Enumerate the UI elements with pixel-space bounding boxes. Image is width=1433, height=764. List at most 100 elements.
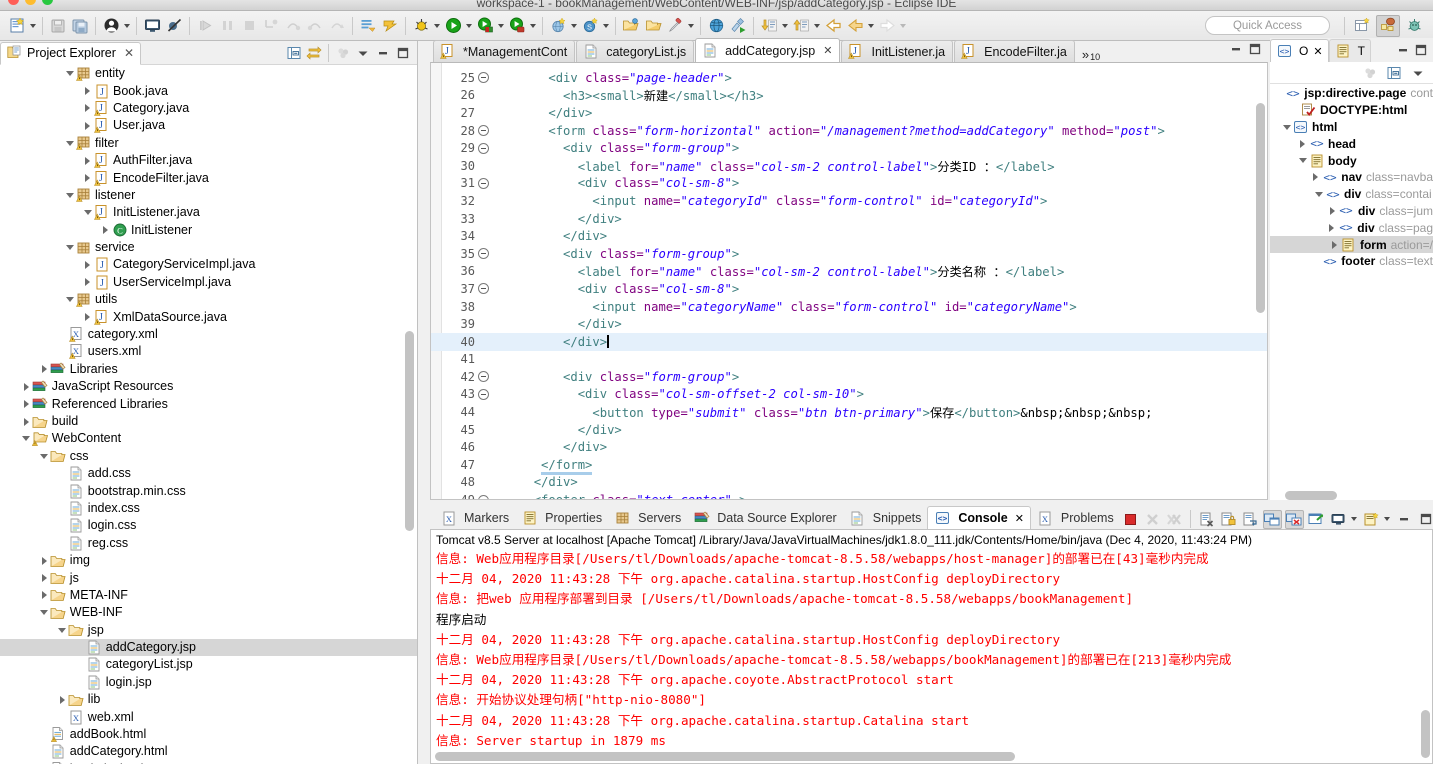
save-all-icon[interactable]	[70, 16, 90, 36]
chevron-expanded-icon[interactable]	[39, 604, 50, 621]
new-perspective-icon[interactable]	[1350, 15, 1374, 37]
tree-item-web-inf[interactable]: WEB-INF	[0, 604, 417, 621]
tree-item-userserviceimpl-java[interactable]: J UserServiceImpl.java	[0, 274, 417, 291]
editor-tabbar-controls[interactable]	[1229, 42, 1268, 62]
open-type-icon[interactable]	[621, 16, 641, 36]
console-tab-problems[interactable]: X Problems	[1031, 507, 1120, 529]
console-horizontal-scrollbar[interactable]	[435, 752, 1015, 761]
tree-item-user-java[interactable]: J User.java	[0, 117, 417, 134]
display-selected-console-icon[interactable]	[1329, 510, 1348, 529]
scroll-lock-icon[interactable]	[1219, 510, 1238, 529]
editor-area[interactable]: J *ManagementCont categoryList.js addCatego…	[430, 38, 1268, 500]
run-dropdown-arrow[interactable]	[464, 16, 473, 36]
code-editor[interactable]: 25 <div class="page-header"> 26 <h3><smal…	[430, 62, 1268, 500]
show-console-on-output-icon[interactable]	[1262, 509, 1282, 529]
new-web-project-dropdown-arrow[interactable]	[569, 16, 578, 36]
main-toolbar[interactable]: S Quick Access	[0, 11, 1433, 41]
project-explorer-toolbar[interactable]	[284, 43, 417, 62]
tree-item-index-css[interactable]: index.css	[0, 500, 417, 517]
outline-node-html[interactable]: <> html	[1270, 119, 1433, 136]
open-resource-icon[interactable]	[643, 16, 663, 36]
tree-item-web-xml[interactable]: Xweb.xml	[0, 708, 417, 725]
code-line[interactable]: 37 <div class="col-sm-8">	[431, 280, 1267, 298]
chevron-expanded-icon[interactable]	[82, 204, 93, 221]
tree-item-img[interactable]: img	[0, 552, 417, 569]
outline-node-nav[interactable]: <> nav class=navba	[1270, 169, 1433, 186]
console-toolbar[interactable]	[1120, 509, 1433, 529]
outline-node-div[interactable]: <> div class=contai	[1270, 186, 1433, 203]
tree-item-initlistener[interactable]: C InitListener	[0, 222, 417, 239]
back-history-icon[interactable]	[845, 16, 865, 36]
debug-dropdown-arrow[interactable]	[432, 16, 441, 36]
tree-item-addcategory-html[interactable]: addCategory.html	[0, 743, 417, 760]
editor-tabbar[interactable]: J *ManagementCont categoryList.js addCatego…	[430, 38, 1268, 62]
code-line[interactable]: 46 </div>	[431, 438, 1267, 456]
next-annotation-icon[interactable]	[759, 16, 779, 36]
minimize-icon[interactable]	[1395, 510, 1414, 529]
console-vertical-scrollbar[interactable]	[1421, 710, 1430, 758]
debug-icon[interactable]	[411, 16, 431, 36]
search-dropdown-arrow[interactable]	[686, 16, 695, 36]
console-tabbar[interactable]: X Markers Properties Servers Data Source Exp…	[430, 505, 1433, 529]
tree-item-login-css[interactable]: login.css	[0, 517, 417, 534]
run-server-icon[interactable]	[475, 16, 495, 36]
chevron-collapsed-icon[interactable]	[82, 170, 93, 187]
fold-collapse-icon[interactable]	[477, 125, 489, 136]
fold-collapse-icon[interactable]	[477, 371, 489, 382]
show-console-on-error-icon[interactable]	[1284, 509, 1304, 529]
clear-console-icon[interactable]	[1197, 510, 1216, 529]
chevron-expanded-icon[interactable]	[1297, 152, 1308, 169]
console-tab-properties[interactable]: Properties	[515, 507, 608, 529]
outline-panel-controls[interactable]	[1396, 43, 1433, 62]
tree-item-jsp[interactable]: jsp	[0, 622, 417, 639]
code-line[interactable]: 42 <div class="form-group">	[431, 368, 1267, 386]
tree-item-webcontent[interactable]: WebContent	[0, 430, 417, 447]
search-icon[interactable]	[665, 16, 685, 36]
maximize-icon[interactable]	[394, 44, 412, 62]
quick-access-input[interactable]: Quick Access	[1205, 16, 1330, 35]
chevron-collapsed-icon[interactable]	[39, 570, 50, 587]
open-console-icon-dropdown-arrow[interactable]	[1383, 509, 1392, 529]
fold-collapse-icon[interactable]	[477, 389, 489, 400]
outline-node-div[interactable]: <> div class=pag	[1270, 219, 1433, 236]
chevron-collapsed-icon[interactable]	[21, 378, 32, 395]
chevron-collapsed-icon[interactable]	[57, 691, 68, 708]
tree-item-addcategory-jsp[interactable]: addCategory.jsp	[0, 638, 417, 657]
tree-item-service[interactable]: service	[0, 239, 417, 256]
debug-perspective-icon[interactable]	[1402, 15, 1426, 37]
code-line[interactable]: 35 <div class="form-group">	[431, 245, 1267, 263]
chevron-expanded-icon[interactable]	[1281, 119, 1292, 136]
minimize-icon[interactable]	[1229, 42, 1243, 59]
editor-tab-overflow[interactable]: » 10	[1076, 40, 1106, 62]
chevron-collapsed-icon[interactable]	[1327, 202, 1338, 219]
tree-item-javascript-resources[interactable]: JavaScript Resources	[0, 378, 417, 395]
outline-panel[interactable]: <> O ✕ T <> jsp:directive.page cont DOCTYPE:ht…	[1270, 38, 1433, 500]
console-panel[interactable]: X Markers Properties Servers Data Source Exp…	[430, 505, 1433, 764]
code-line[interactable]: 40 </div>	[431, 332, 1267, 351]
tree-item-bootstrap-min-css[interactable]: bootstrap.min.css	[0, 482, 417, 499]
tree-item-lib[interactable]: lib	[0, 691, 417, 708]
editor-tab-addcategory-jsp[interactable]: addCategory.jsp ✕	[695, 38, 841, 62]
fold-collapse-icon[interactable]	[477, 72, 489, 83]
outline-node-div[interactable]: <> div class=jum	[1270, 203, 1433, 220]
new-web-project-icon[interactable]	[548, 16, 568, 36]
code-line[interactable]: 28 <form class="form-horizontal" action=…	[431, 122, 1267, 140]
chevron-collapsed-icon[interactable]	[1310, 169, 1321, 186]
close-icon[interactable]: ✕	[823, 44, 832, 57]
tree-item-categoryserviceimpl-java[interactable]: J CategoryServiceImpl.java	[0, 256, 417, 273]
open-console-icon[interactable]	[1362, 510, 1381, 529]
build-icon[interactable]	[380, 16, 400, 36]
chevron-collapsed-icon[interactable]	[82, 100, 93, 117]
code-line[interactable]: 45 </div>	[431, 421, 1267, 439]
fold-collapse-icon[interactable]	[477, 143, 489, 154]
project-tree-scrollbar[interactable]	[405, 331, 414, 531]
code-line[interactable]: 25 <div class="page-header">	[431, 69, 1267, 87]
chevron-collapsed-icon[interactable]	[1326, 219, 1337, 236]
tree-item-initlistener-java[interactable]: J InitListener.java	[0, 204, 417, 221]
code-line[interactable]: 34 </div>	[431, 227, 1267, 245]
run-server-dropdown-arrow[interactable]	[496, 16, 505, 36]
chevron-expanded-icon[interactable]	[64, 291, 75, 308]
chevron-collapsed-icon[interactable]	[39, 587, 50, 604]
code-line[interactable]: 26 <h3><small>新建</small></h3>	[431, 87, 1267, 105]
chevron-expanded-icon[interactable]	[1313, 186, 1324, 203]
